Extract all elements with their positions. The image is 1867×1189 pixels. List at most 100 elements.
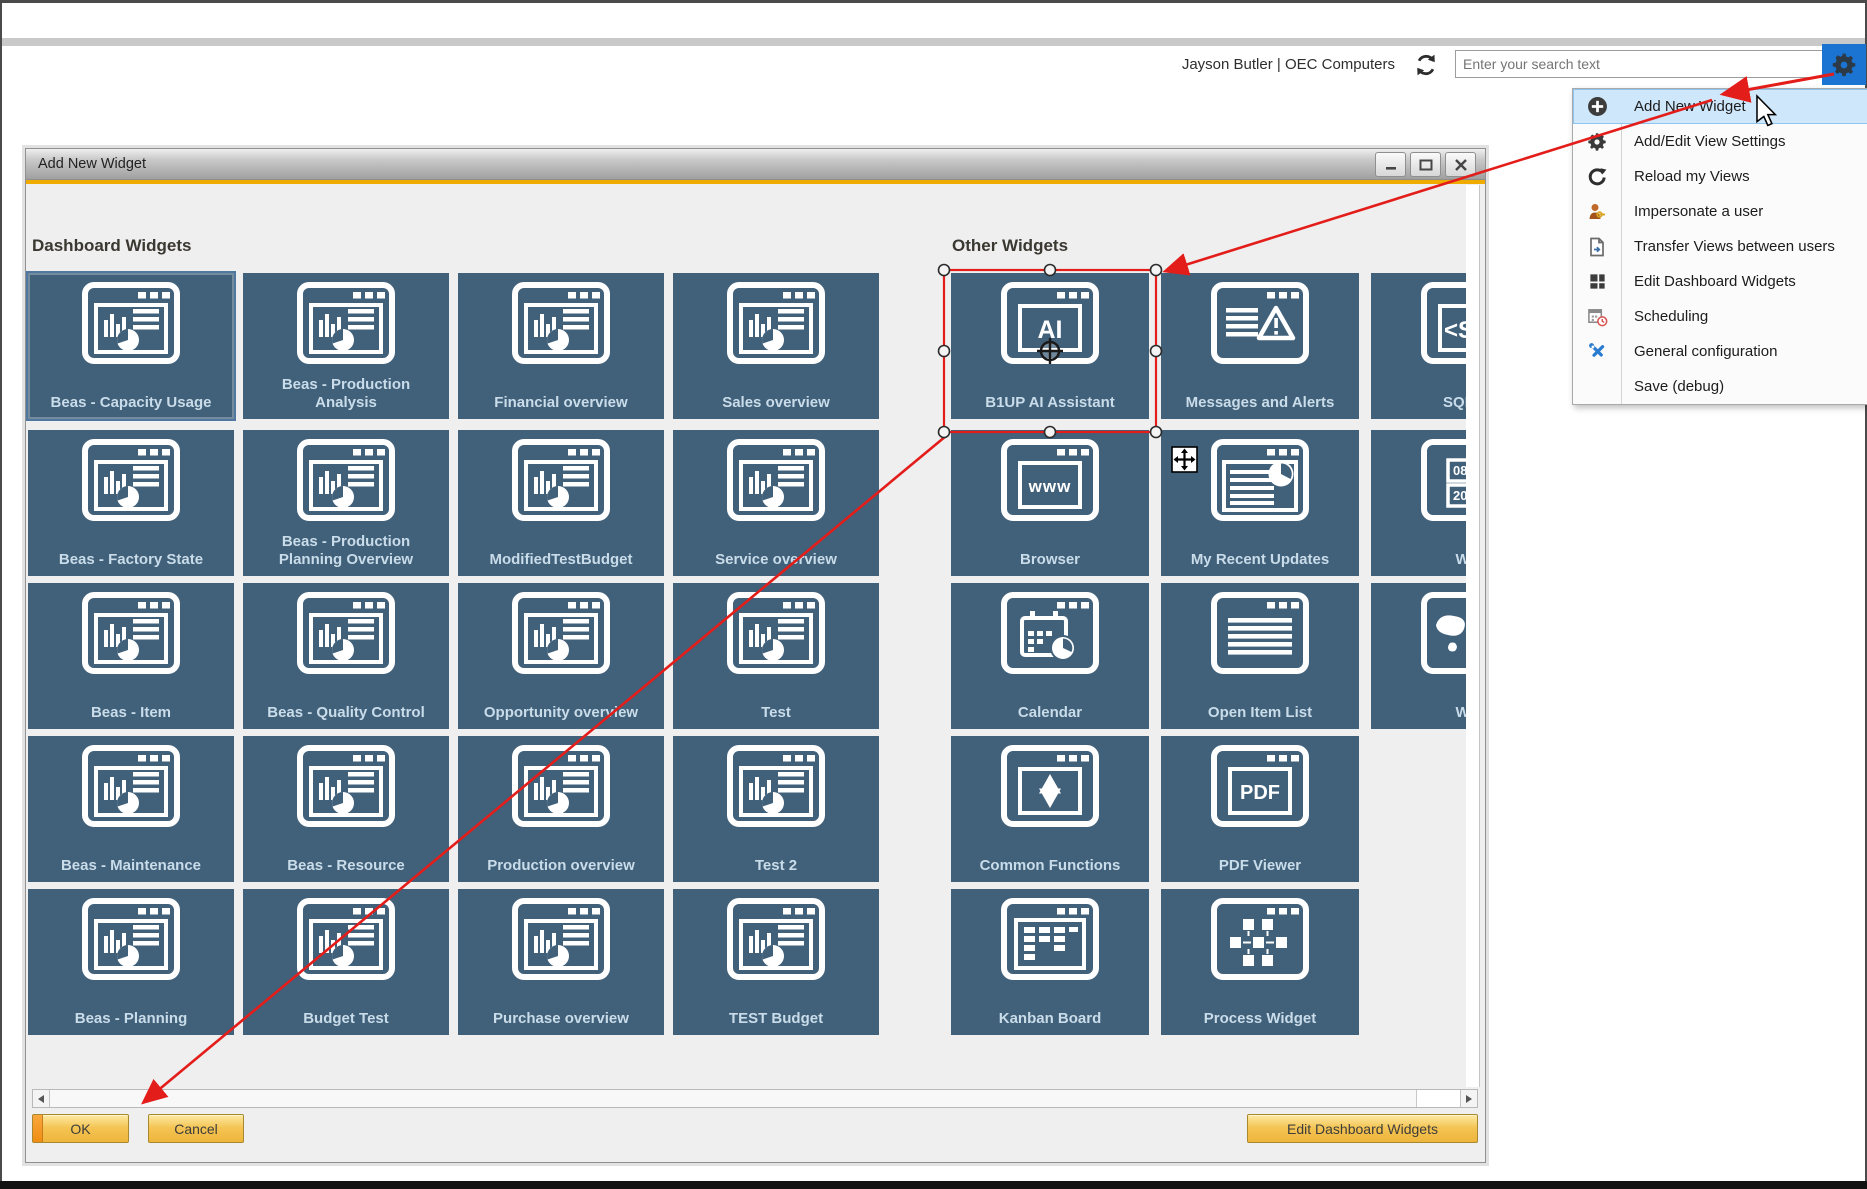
menu-item-edit-dashboard-widgets[interactable]: Edit Dashboard Widgets (1573, 264, 1867, 299)
menu-item-scheduling[interactable]: Scheduling (1573, 299, 1867, 334)
horizontal-scrollbar[interactable] (32, 1089, 1478, 1108)
scroll-right-button[interactable] (1460, 1090, 1477, 1107)
widget-tile-label: Open Item List (1169, 704, 1351, 722)
widget-tile-label: Budget Test (251, 1010, 441, 1028)
widget-tile-production-overview[interactable]: Production overview (458, 736, 664, 882)
widget-tile-label: Beas - Resource (251, 857, 441, 875)
gallery-right-gutter (1466, 185, 1480, 1087)
widget-tile-sales-overview[interactable]: Sales overview (673, 273, 879, 419)
close-button[interactable] (1445, 152, 1476, 177)
widget-tile-beas-capacity-usage[interactable]: Beas - Capacity Usage (28, 273, 234, 419)
menu-item-label: Transfer Views between users (1621, 238, 1835, 255)
dashboard-icon (81, 744, 181, 828)
ok-button[interactable]: OK (32, 1114, 129, 1143)
scroll-left-button[interactable] (33, 1090, 50, 1107)
dialog-title: Add New Widget (38, 156, 146, 172)
widget-tile-browser[interactable]: www Browser (951, 430, 1149, 576)
current-user-label: Jayson Butler | OEC Computers (1135, 56, 1395, 73)
menu-item-label: General configuration (1621, 343, 1777, 360)
kanban-icon (1000, 897, 1100, 981)
minimize-icon (1384, 159, 1398, 171)
window-frame-top (0, 0, 1867, 3)
menu-item-reload-my-views[interactable]: Reload my Views (1573, 159, 1867, 194)
widget-tile-beas-item[interactable]: Beas - Item (28, 583, 234, 729)
widget-tile-sql-re[interactable]: <S SQL Re (1371, 273, 1466, 419)
widget-tile-messages-and-alerts[interactable]: Messages and Alerts (1161, 273, 1359, 419)
widget-tile-opportunity-overview[interactable]: Opportunity overview (458, 583, 664, 729)
search-input[interactable] (1455, 50, 1823, 78)
widget-tile-modifiedtestbudget[interactable]: ModifiedTestBudget (458, 430, 664, 576)
cancel-button[interactable]: Cancel (148, 1114, 244, 1143)
widget-tile-beas-resource[interactable]: Beas - Resource (243, 736, 449, 882)
widget-tile-beas-maintenance[interactable]: Beas - Maintenance (28, 736, 234, 882)
dashboard-icon (296, 591, 396, 675)
dialog-titlebar[interactable]: Add New Widget (26, 149, 1485, 180)
menu-item-add-new-widget[interactable]: Add New Widget (1573, 89, 1867, 124)
maximize-button[interactable] (1410, 152, 1441, 177)
widget-tile-financial-overview[interactable]: Financial overview (458, 273, 664, 419)
reload-icon (1573, 167, 1621, 187)
dashboard-icon (726, 591, 826, 675)
sql-icon: <S (1420, 281, 1466, 365)
settings-dropdown-menu: Add New Widget Add/Edit View Settings Re… (1572, 88, 1867, 405)
widget-tile-test[interactable]: Test (673, 583, 879, 729)
toolbar-divider (2, 38, 1865, 46)
widget-tile-label: Service overview (681, 551, 871, 569)
widget-tile-label: Beas - Quality Control (251, 704, 441, 722)
widget-tile-test-2[interactable]: Test 2 (673, 736, 879, 882)
dashboard-icon (511, 744, 611, 828)
menu-item-save-debug[interactable]: Save (debug) (1573, 369, 1867, 404)
widget-tile-beas-quality-control[interactable]: Beas - Quality Control (243, 583, 449, 729)
tools-icon (1573, 341, 1621, 362)
menu-item-general-configuration[interactable]: General configuration (1573, 334, 1867, 369)
menu-item-label: Save (debug) (1621, 378, 1724, 395)
add-new-widget-dialog: Add New Widget Dashboard Widgets Other W… (25, 148, 1486, 1163)
widget-tile-process-widget[interactable]: Process Widget (1161, 889, 1359, 1035)
dashboard-icon (726, 897, 826, 981)
widget-tile-label: Beas - Production Analysis (251, 376, 441, 412)
menu-item-impersonate-a-user[interactable]: Impersonate a user (1573, 194, 1867, 229)
settings-gear-button[interactable] (1822, 44, 1866, 85)
widget-tile-common-functions[interactable]: Common Functions (951, 736, 1149, 882)
widget-tile-beas-production-analysis[interactable]: Beas - Production Analysis (243, 273, 449, 419)
widget-tile-budget-test[interactable]: Budget Test (243, 889, 449, 1035)
close-icon (1454, 159, 1468, 171)
dashboard-icon (726, 281, 826, 365)
widget-tile-beas-planning[interactable]: Beas - Planning (28, 889, 234, 1035)
widget-tile-calendar[interactable]: Calendar (951, 583, 1149, 729)
recent-updates-icon (1210, 438, 1310, 522)
section-title-dashboard-widgets: Dashboard Widgets (32, 236, 191, 256)
calendar-icon (1000, 591, 1100, 675)
widget-tile-wor[interactable]: 08:0 20:0 Wor (1371, 430, 1466, 576)
widget-tile-kanban-board[interactable]: Kanban Board (951, 889, 1149, 1035)
dashboard-icon (511, 438, 611, 522)
svg-text:20:0: 20:0 (1453, 488, 1466, 503)
impersonate-user-icon (1573, 202, 1621, 222)
scrollbar-thumb[interactable] (50, 1090, 1417, 1107)
widget-tile-test-budget[interactable]: TEST Budget (673, 889, 879, 1035)
minimize-button[interactable] (1375, 152, 1406, 177)
widget-tile-pdf-viewer[interactable]: PDF PDF Viewer (1161, 736, 1359, 882)
widget-tile-label: Opportunity overview (466, 704, 656, 722)
scheduling-calendar-icon (1573, 306, 1621, 327)
menu-item-add-edit-view-settings[interactable]: Add/Edit View Settings (1573, 124, 1867, 159)
widget-tile-b1up-ai-assistant[interactable]: AI B1UP AI Assistant (951, 273, 1149, 419)
world-map-icon (1420, 591, 1466, 675)
widget-tile-service-overview[interactable]: Service overview (673, 430, 879, 576)
widget-tile-label: Beas - Production Planning Overview (251, 533, 441, 569)
widget-tile-open-item-list[interactable]: Open Item List (1161, 583, 1359, 729)
svg-text:www: www (1028, 477, 1072, 496)
widget-tile-beas-production-planning-overview[interactable]: Beas - Production Planning Overview (243, 430, 449, 576)
widget-tile-label: Production overview (466, 857, 656, 875)
refresh-icon[interactable] (1410, 50, 1442, 80)
widget-tile-beas-factory-state[interactable]: Beas - Factory State (28, 430, 234, 576)
widget-tile-purchase-overview[interactable]: Purchase overview (458, 889, 664, 1035)
widget-tile-wor[interactable]: Wor (1371, 583, 1466, 729)
widget-tile-my-recent-updates[interactable]: My Recent Updates (1161, 430, 1359, 576)
edit-dashboard-widgets-button[interactable]: Edit Dashboard Widgets (1247, 1114, 1478, 1143)
widget-tile-label: PDF Viewer (1169, 857, 1351, 875)
widget-tile-label: B1UP AI Assistant (959, 394, 1141, 412)
pdf-icon: PDF (1210, 744, 1310, 828)
menu-item-transfer-views-between-users[interactable]: Transfer Views between users (1573, 229, 1867, 264)
widget-tile-label: Calendar (959, 704, 1141, 722)
